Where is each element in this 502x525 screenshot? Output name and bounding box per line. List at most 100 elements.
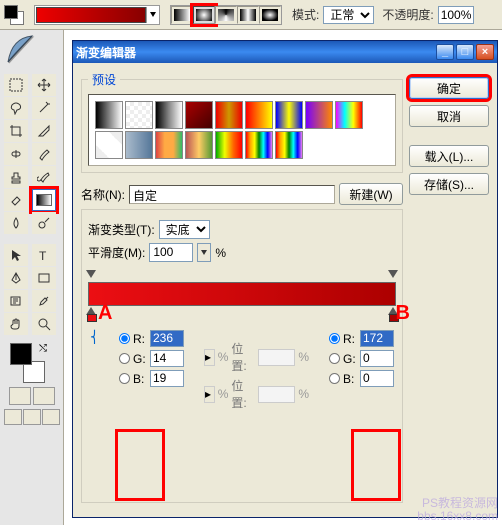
gradient-linear-button[interactable] — [171, 6, 193, 24]
stop-a-b-input[interactable]: 19 — [150, 370, 184, 387]
smooth-dropdown-icon[interactable] — [197, 243, 211, 262]
stop-b-r-input[interactable]: 172 — [360, 330, 394, 347]
wand-tool[interactable] — [32, 97, 56, 119]
lasso-tool[interactable] — [4, 97, 28, 119]
gradtype-label: 渐变类型(T): — [88, 221, 155, 238]
maximize-button[interactable]: □ — [456, 44, 474, 60]
gradient-editor-dialog: 渐变编辑器 _ □ × 预设 — [72, 40, 498, 518]
crop-tool[interactable] — [4, 120, 28, 142]
pen-tool[interactable] — [4, 267, 28, 289]
preset-swatch[interactable] — [215, 101, 243, 129]
standard-mode-button[interactable] — [9, 387, 31, 405]
save-button[interactable]: 存储(S)... — [409, 173, 489, 195]
dialog-titlebar[interactable]: 渐变编辑器 _ □ × — [73, 41, 497, 63]
preset-swatch[interactable] — [95, 101, 123, 129]
gradtype-select[interactable]: 实底 — [159, 220, 210, 239]
preset-swatch[interactable] — [125, 101, 153, 129]
foreground-color[interactable] — [10, 343, 32, 365]
new-button[interactable]: 新建(W) — [339, 183, 403, 205]
b-radio-b[interactable] — [329, 373, 340, 384]
stop-b-b-input[interactable]: 0 — [360, 370, 394, 387]
heal-tool[interactable] — [4, 143, 28, 165]
screen-full-menus-button[interactable] — [23, 409, 41, 425]
preset-swatch[interactable] — [305, 101, 333, 129]
toolbox: T ⤭ — [0, 30, 64, 525]
preset-swatch[interactable] — [155, 131, 183, 159]
highlight-box-a — [118, 432, 162, 498]
preset-swatch[interactable] — [245, 101, 273, 129]
g-radio[interactable] — [119, 353, 130, 364]
fg-bg-mini[interactable] — [4, 5, 24, 25]
smooth-input[interactable]: 100 — [149, 243, 193, 262]
eraser-tool[interactable] — [4, 189, 28, 211]
app-logo — [0, 30, 63, 70]
ok-button[interactable]: 确定 — [409, 77, 489, 99]
preset-swatch[interactable] — [185, 101, 213, 129]
position-input — [258, 386, 295, 403]
preset-swatch[interactable] — [155, 101, 183, 129]
eyedropper-tool[interactable] — [32, 290, 56, 312]
opacity-stop[interactable] — [388, 270, 398, 280]
preset-swatch[interactable] — [95, 131, 123, 159]
gradient-diamond-button[interactable] — [259, 6, 281, 24]
preset-swatch[interactable] — [275, 131, 303, 159]
disabled-dropdown: ▸ — [204, 386, 215, 403]
position-label: 位置: — [231, 340, 255, 374]
stop-a-g-input[interactable]: 14 — [150, 350, 184, 367]
zoom-tool[interactable] — [32, 313, 56, 335]
gradient-angle-button[interactable] — [215, 6, 237, 24]
minimize-button[interactable]: _ — [436, 44, 454, 60]
gradient-picker[interactable] — [34, 5, 160, 25]
move-tool[interactable] — [32, 74, 56, 96]
opacity-stop[interactable] — [86, 270, 96, 280]
window-buttons: _ □ × — [436, 44, 494, 60]
marquee-tool[interactable] — [4, 74, 28, 96]
gradient-radial-button[interactable] — [193, 6, 215, 24]
shape-tool[interactable] — [32, 267, 56, 289]
notes-tool[interactable] — [4, 290, 28, 312]
brush-tool[interactable] — [32, 143, 56, 165]
gradient-dropdown-icon[interactable] — [146, 7, 158, 23]
preset-swatch[interactable] — [125, 131, 153, 159]
color-swatches[interactable]: ⤭ — [6, 343, 57, 383]
close-button[interactable]: × — [476, 44, 494, 60]
screen-full-button[interactable] — [42, 409, 60, 425]
path-select-tool[interactable] — [4, 244, 28, 266]
blur-tool[interactable] — [4, 212, 28, 234]
stop-b-rgb: R:172 G:0 B:0 — [329, 330, 394, 387]
gradient-bar[interactable] — [88, 282, 396, 306]
dodge-tool[interactable] — [32, 212, 56, 234]
g-radio-b[interactable] — [329, 353, 340, 364]
swap-colors-icon[interactable]: ⤭ — [39, 343, 47, 354]
b-radio[interactable] — [119, 373, 130, 384]
mode-select[interactable]: 正常 — [323, 6, 374, 24]
gradient-swatch — [36, 7, 146, 23]
preset-swatch[interactable] — [245, 131, 273, 159]
stamp-tool[interactable] — [4, 166, 28, 188]
name-input[interactable]: 自定 — [129, 185, 335, 204]
type-tool[interactable]: T — [32, 244, 56, 266]
r-radio-b[interactable] — [329, 333, 340, 344]
gradient-reflected-button[interactable] — [237, 6, 259, 24]
gradient-tool[interactable] — [32, 189, 56, 211]
stop-a-rgb: R:236 G:14 B:19 — [119, 330, 184, 387]
hand-tool[interactable] — [4, 313, 28, 335]
color-stop-a[interactable] — [86, 308, 96, 318]
preset-swatch[interactable] — [335, 101, 363, 129]
screen-standard-button[interactable] — [4, 409, 22, 425]
stop-a-r-input[interactable]: 236 — [150, 330, 184, 347]
quickmask-mode-button[interactable] — [33, 387, 55, 405]
stop-b-g-input[interactable]: 0 — [360, 350, 394, 367]
opacity-stops-track[interactable] — [88, 270, 396, 282]
preset-swatch[interactable] — [215, 131, 243, 159]
presets-grid — [95, 101, 389, 159]
color-stops-track[interactable]: A B — [88, 306, 396, 318]
preset-swatch[interactable] — [275, 101, 303, 129]
r-radio[interactable] — [119, 333, 130, 344]
cancel-button[interactable]: 取消 — [409, 105, 489, 127]
slice-tool[interactable] — [32, 120, 56, 142]
load-button[interactable]: 载入(L)... — [409, 145, 489, 167]
opacity-input[interactable]: 100% — [438, 6, 474, 24]
history-brush-tool[interactable] — [32, 166, 56, 188]
preset-swatch[interactable] — [185, 131, 213, 159]
